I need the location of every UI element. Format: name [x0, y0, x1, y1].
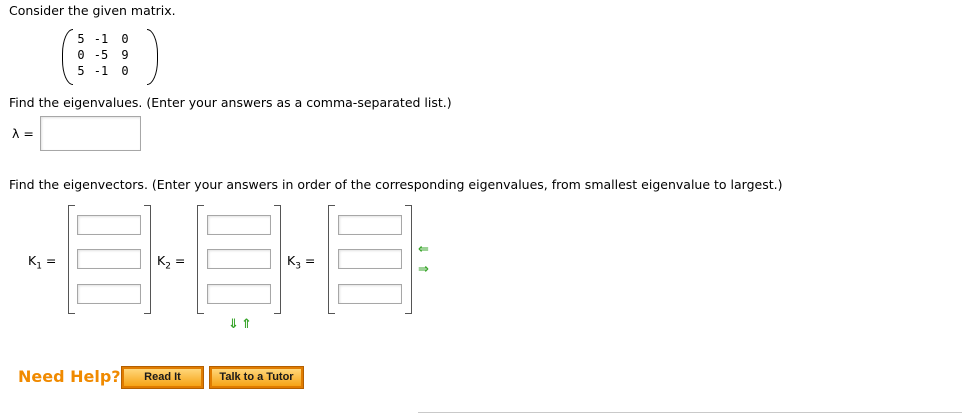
eigenvalues-prompt: Find the eigenvalues. (Enter your answer…	[9, 95, 452, 110]
divider	[418, 412, 962, 413]
matrix-cell: 0	[121, 64, 129, 78]
k2-entry-3[interactable]	[207, 284, 271, 304]
k1-right-bracket	[144, 205, 151, 314]
k2-label: K2 =	[157, 253, 186, 272]
arrow-right-icon[interactable]: ⇒	[418, 263, 429, 276]
k2-entry-2[interactable]	[207, 249, 271, 269]
k1-entry-3[interactable]	[77, 284, 141, 304]
arrow-up-icon[interactable]: ⇑	[241, 318, 252, 331]
matrix-entries: 5 -1 0 0 -5 9 5 -1 0	[74, 32, 136, 80]
matrix: 5 -1 0 0 -5 9 5 -1 0	[62, 29, 158, 85]
matrix-cell: 0	[121, 32, 129, 46]
matrix-cell: 0	[77, 48, 85, 62]
eigenvalues-input[interactable]	[40, 116, 141, 151]
k3-entry-2[interactable]	[338, 249, 402, 269]
arrow-down-icon[interactable]: ⇓	[228, 318, 239, 331]
k1-entry-1[interactable]	[77, 215, 141, 235]
k3-right-bracket	[405, 205, 412, 314]
k2-right-bracket	[274, 205, 281, 314]
read-it-button[interactable]: Read It	[121, 366, 204, 389]
lambda-label: λ =	[12, 126, 34, 141]
k1-label: K1 =	[28, 253, 57, 272]
matrix-cell: 9	[121, 48, 129, 62]
k3-entry-1[interactable]	[338, 215, 402, 235]
eigenvectors-prompt: Find the eigenvectors. (Enter your answe…	[9, 177, 783, 192]
talk-to-tutor-button[interactable]: Talk to a Tutor	[209, 366, 304, 389]
matrix-cell: -1	[93, 64, 109, 78]
matrix-left-paren	[62, 29, 73, 85]
k2-left-bracket	[197, 205, 204, 314]
intro-text: Consider the given matrix.	[9, 3, 176, 18]
k3-entry-3[interactable]	[338, 284, 402, 304]
need-help-title: Need Help?	[18, 367, 121, 386]
arrow-left-icon[interactable]: ⇐	[418, 243, 429, 256]
matrix-cell: 5	[77, 64, 85, 78]
matrix-cell: -1	[93, 32, 109, 46]
k1-left-bracket	[68, 205, 75, 314]
matrix-cell: 5	[77, 32, 85, 46]
matrix-cell: -5	[93, 48, 109, 62]
k2-entry-1[interactable]	[207, 215, 271, 235]
k3-label: K3 =	[287, 253, 316, 272]
k3-left-bracket	[328, 205, 335, 314]
k1-entry-2[interactable]	[77, 249, 141, 269]
matrix-right-paren	[147, 29, 158, 85]
